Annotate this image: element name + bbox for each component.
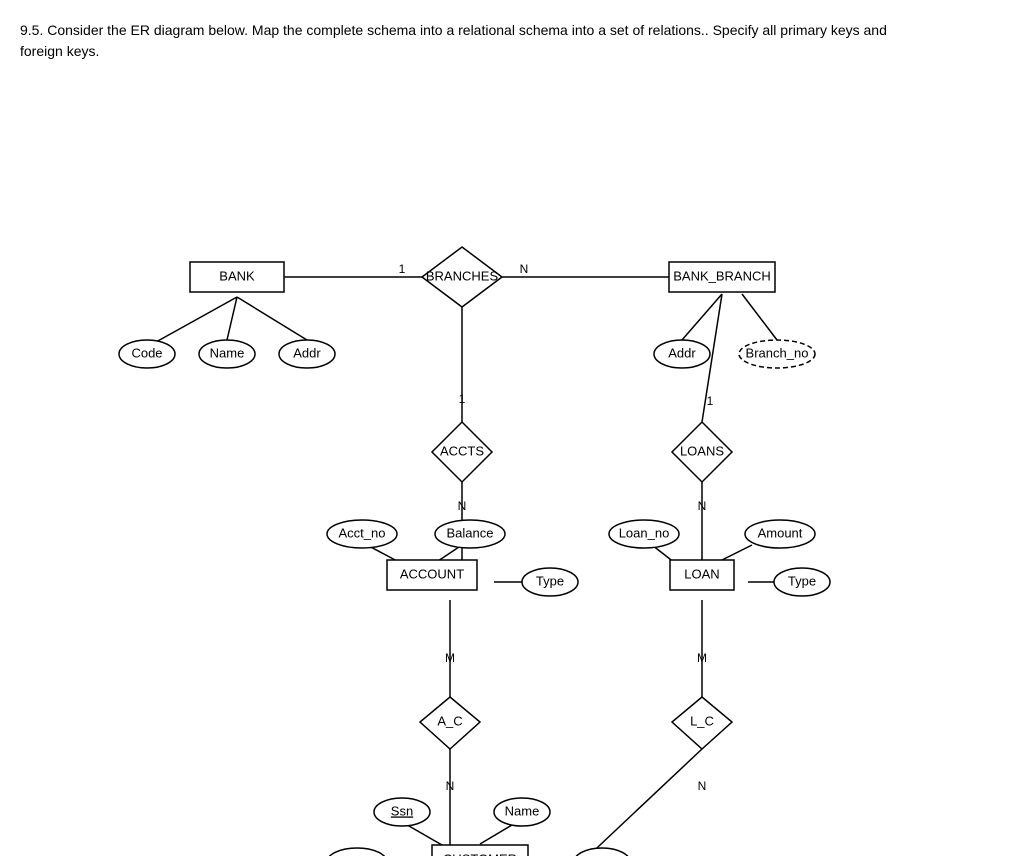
attr-acct-no-label: Acct_no: [338, 525, 385, 540]
card-branches-bankbranch-n: N: [519, 262, 528, 276]
card-lc-top-m: M: [697, 651, 707, 665]
attr-loan-type-label: Type: [787, 573, 815, 588]
card-accts-bottom-n: N: [457, 499, 466, 513]
attr-branch-addr-label: Addr: [668, 345, 696, 360]
card-bank-branches-1: 1: [398, 262, 405, 276]
rel-lc-label: L_C: [690, 713, 714, 728]
attr-branch-no-label: Branch_no: [745, 345, 808, 360]
attr-amount-label: Amount: [757, 525, 802, 540]
attr-balance-label: Balance: [446, 525, 493, 540]
question-text: 9.5. Consider the ER diagram below. Map …: [20, 20, 920, 62]
attr-loan-no-label: Loan_no: [618, 525, 669, 540]
rel-loans-label: LOANS: [679, 443, 723, 458]
attr-bank-name-label: Name: [209, 345, 244, 360]
attr-bank-addr-label: Addr: [293, 345, 321, 360]
entity-bank-branch-label: BANK_BRANCH: [673, 268, 771, 283]
card-bankbranch-loans-1: 1: [706, 394, 713, 408]
attr-code-label: Code: [131, 345, 162, 360]
entity-loan-label: LOAN: [684, 566, 719, 581]
rel-ac-label: A_C: [437, 713, 462, 728]
entity-bank-label: BANK: [219, 268, 255, 283]
attr-cust-name-label: Name: [504, 803, 539, 818]
er-diagram: BANK BANK_BRANCH BRANCHES ACCTS LOANS AC…: [62, 92, 962, 792]
card-loans-bottom-n: N: [697, 499, 706, 513]
attr-ssn-label: Ssn: [390, 803, 412, 818]
rel-branches-label: BRANCHES: [425, 268, 498, 283]
card-lc-bottom-n: N: [697, 779, 706, 793]
entity-customer-label: CUSTOMER: [442, 851, 516, 856]
attr-account-type-label: Type: [535, 573, 563, 588]
entity-account-label: ACCOUNT: [399, 566, 463, 581]
card-ac-top-m: M: [445, 651, 455, 665]
rel-accts-label: ACCTS: [439, 443, 483, 458]
card-ac-bottom-n: N: [445, 779, 454, 793]
card-accts-top-1: 1: [458, 392, 465, 406]
